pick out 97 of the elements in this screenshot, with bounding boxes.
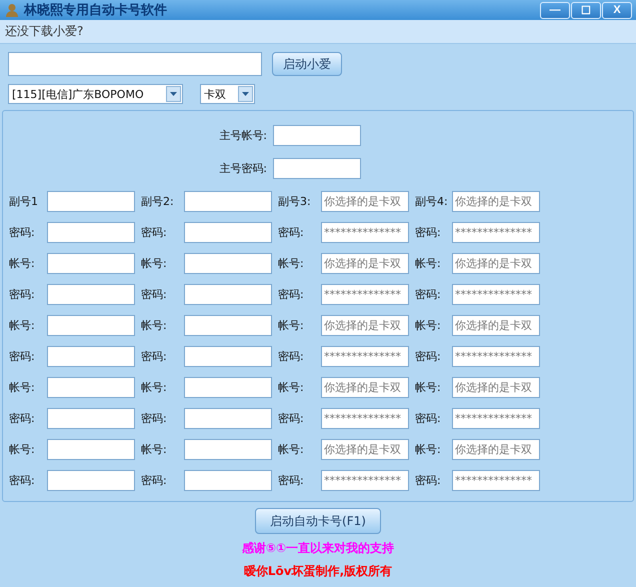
field-label: 密码: (415, 225, 442, 240)
field-label: 帐号: (415, 380, 442, 395)
input-field[interactable]: ************** (452, 470, 540, 491)
input-field[interactable]: 你选择的是卡双 (452, 439, 540, 460)
input-field[interactable]: ************** (321, 470, 409, 491)
input-field[interactable] (273, 125, 361, 146)
field-label: 密码: (415, 287, 442, 302)
input-field[interactable] (47, 377, 135, 398)
field-label: 帐号: (278, 318, 305, 333)
input-field[interactable] (47, 439, 135, 460)
field-label: 密码: (415, 349, 442, 364)
input-field[interactable] (184, 222, 272, 243)
server-dropdown[interactable]: [115][电信]广东BOPOMO (8, 84, 183, 104)
input-field[interactable]: 你选择的是卡双 (321, 377, 409, 398)
field-label: 密码: (141, 225, 168, 240)
input-field[interactable]: 你选择的是卡双 (452, 253, 540, 274)
field-label: 帐号: (415, 256, 442, 271)
minimize-button[interactable]: — (540, 2, 570, 18)
field-label: 密码: (278, 225, 305, 240)
field-label: 密码: (278, 287, 305, 302)
input-field[interactable] (184, 315, 272, 336)
field-label: 帐号: (141, 256, 168, 271)
input-field[interactable] (184, 377, 272, 398)
user-icon (5, 3, 19, 17)
field-label: 帐号: (141, 380, 168, 395)
window-title: 林晓熙专用自动卡号软件 (24, 2, 167, 19)
close-button[interactable]: X (602, 2, 632, 18)
input-field[interactable] (184, 253, 272, 274)
download-link[interactable]: 还没下载小爱? (5, 23, 84, 40)
field-label: 密码: (9, 411, 36, 426)
input-field[interactable] (47, 253, 135, 274)
input-field[interactable]: 你选择的是卡双 (321, 315, 409, 336)
input-field[interactable]: 你选择的是卡双 (321, 439, 409, 460)
input-field[interactable]: ************** (452, 222, 540, 243)
input-field[interactable]: ************** (321, 346, 409, 367)
field-label: 密码: (9, 287, 36, 302)
field-label: 主号密码: (218, 161, 267, 176)
input-field[interactable]: 你选择的是卡双 (321, 253, 409, 274)
field-label: 密码: (141, 411, 168, 426)
field-label: 主号帐号: (218, 128, 267, 143)
field-label: 帐号: (9, 380, 36, 395)
input-field[interactable]: 你选择的是卡双 (452, 315, 540, 336)
field-label: 帐号: (9, 442, 36, 457)
field-label: 密码: (278, 349, 305, 364)
input-field[interactable]: 你选择的是卡双 (452, 377, 540, 398)
input-field[interactable]: ************** (452, 346, 540, 367)
input-field[interactable] (184, 470, 272, 491)
field-label: 副号2: (141, 194, 175, 209)
input-field[interactable] (184, 408, 272, 429)
mode-dropdown[interactable]: 卡双 (200, 84, 255, 104)
input-field[interactable]: ************** (452, 408, 540, 429)
field-label: 帐号: (141, 318, 168, 333)
input-field[interactable] (47, 408, 135, 429)
auto-run-button[interactable]: 启动自动卡号(F1) (255, 508, 381, 534)
field-label: 帐号: (415, 442, 442, 457)
maximize-button[interactable]: ☐ (571, 2, 601, 18)
input-field[interactable] (47, 346, 135, 367)
field-label: 副号3: (278, 194, 312, 209)
input-field[interactable]: ************** (321, 284, 409, 305)
field-label: 密码: (9, 225, 36, 240)
field-label: 密码: (9, 349, 36, 364)
input-field[interactable] (184, 439, 272, 460)
field-label: 帐号: (278, 380, 305, 395)
field-label: 帐号: (278, 256, 305, 271)
field-label: 帐号: (141, 442, 168, 457)
start-button[interactable]: 启动小爱 (272, 52, 342, 76)
field-label: 帐号: (415, 318, 442, 333)
input-field[interactable]: 你选择的是卡双 (321, 191, 409, 212)
field-label: 密码: (141, 349, 168, 364)
path-field[interactable] (8, 52, 262, 76)
input-field[interactable] (184, 284, 272, 305)
input-field[interactable] (47, 470, 135, 491)
credit-text: 感谢⑤①一直以来对我的支持 (242, 540, 394, 557)
field-label: 密码: (415, 473, 442, 488)
field-label: 副号4: (415, 194, 446, 209)
input-field[interactable] (184, 191, 272, 212)
field-label: 帐号: (9, 318, 36, 333)
credit-text: 暧你Lōv坏蛋制作,版权所有 (244, 563, 392, 580)
field-label: 密码: (141, 473, 168, 488)
field-label: 帐号: (278, 442, 305, 457)
input-field[interactable]: ************** (321, 408, 409, 429)
field-label: 密码: (278, 411, 305, 426)
field-label: 密码: (141, 287, 168, 302)
input-field[interactable] (47, 191, 135, 212)
field-label: 密码: (9, 473, 36, 488)
input-field[interactable] (184, 346, 272, 367)
input-field[interactable]: 你选择的是卡双 (452, 191, 540, 212)
input-field[interactable] (273, 158, 361, 179)
input-field[interactable] (47, 284, 135, 305)
field-label: 密码: (278, 473, 305, 488)
field-label: 帐号: (9, 256, 36, 271)
input-field[interactable]: ************** (321, 222, 409, 243)
field-label: 副号1 (9, 194, 39, 209)
field-label: 密码: (415, 411, 442, 426)
input-field[interactable]: ************** (452, 284, 540, 305)
input-field[interactable] (47, 315, 135, 336)
input-field[interactable] (47, 222, 135, 243)
